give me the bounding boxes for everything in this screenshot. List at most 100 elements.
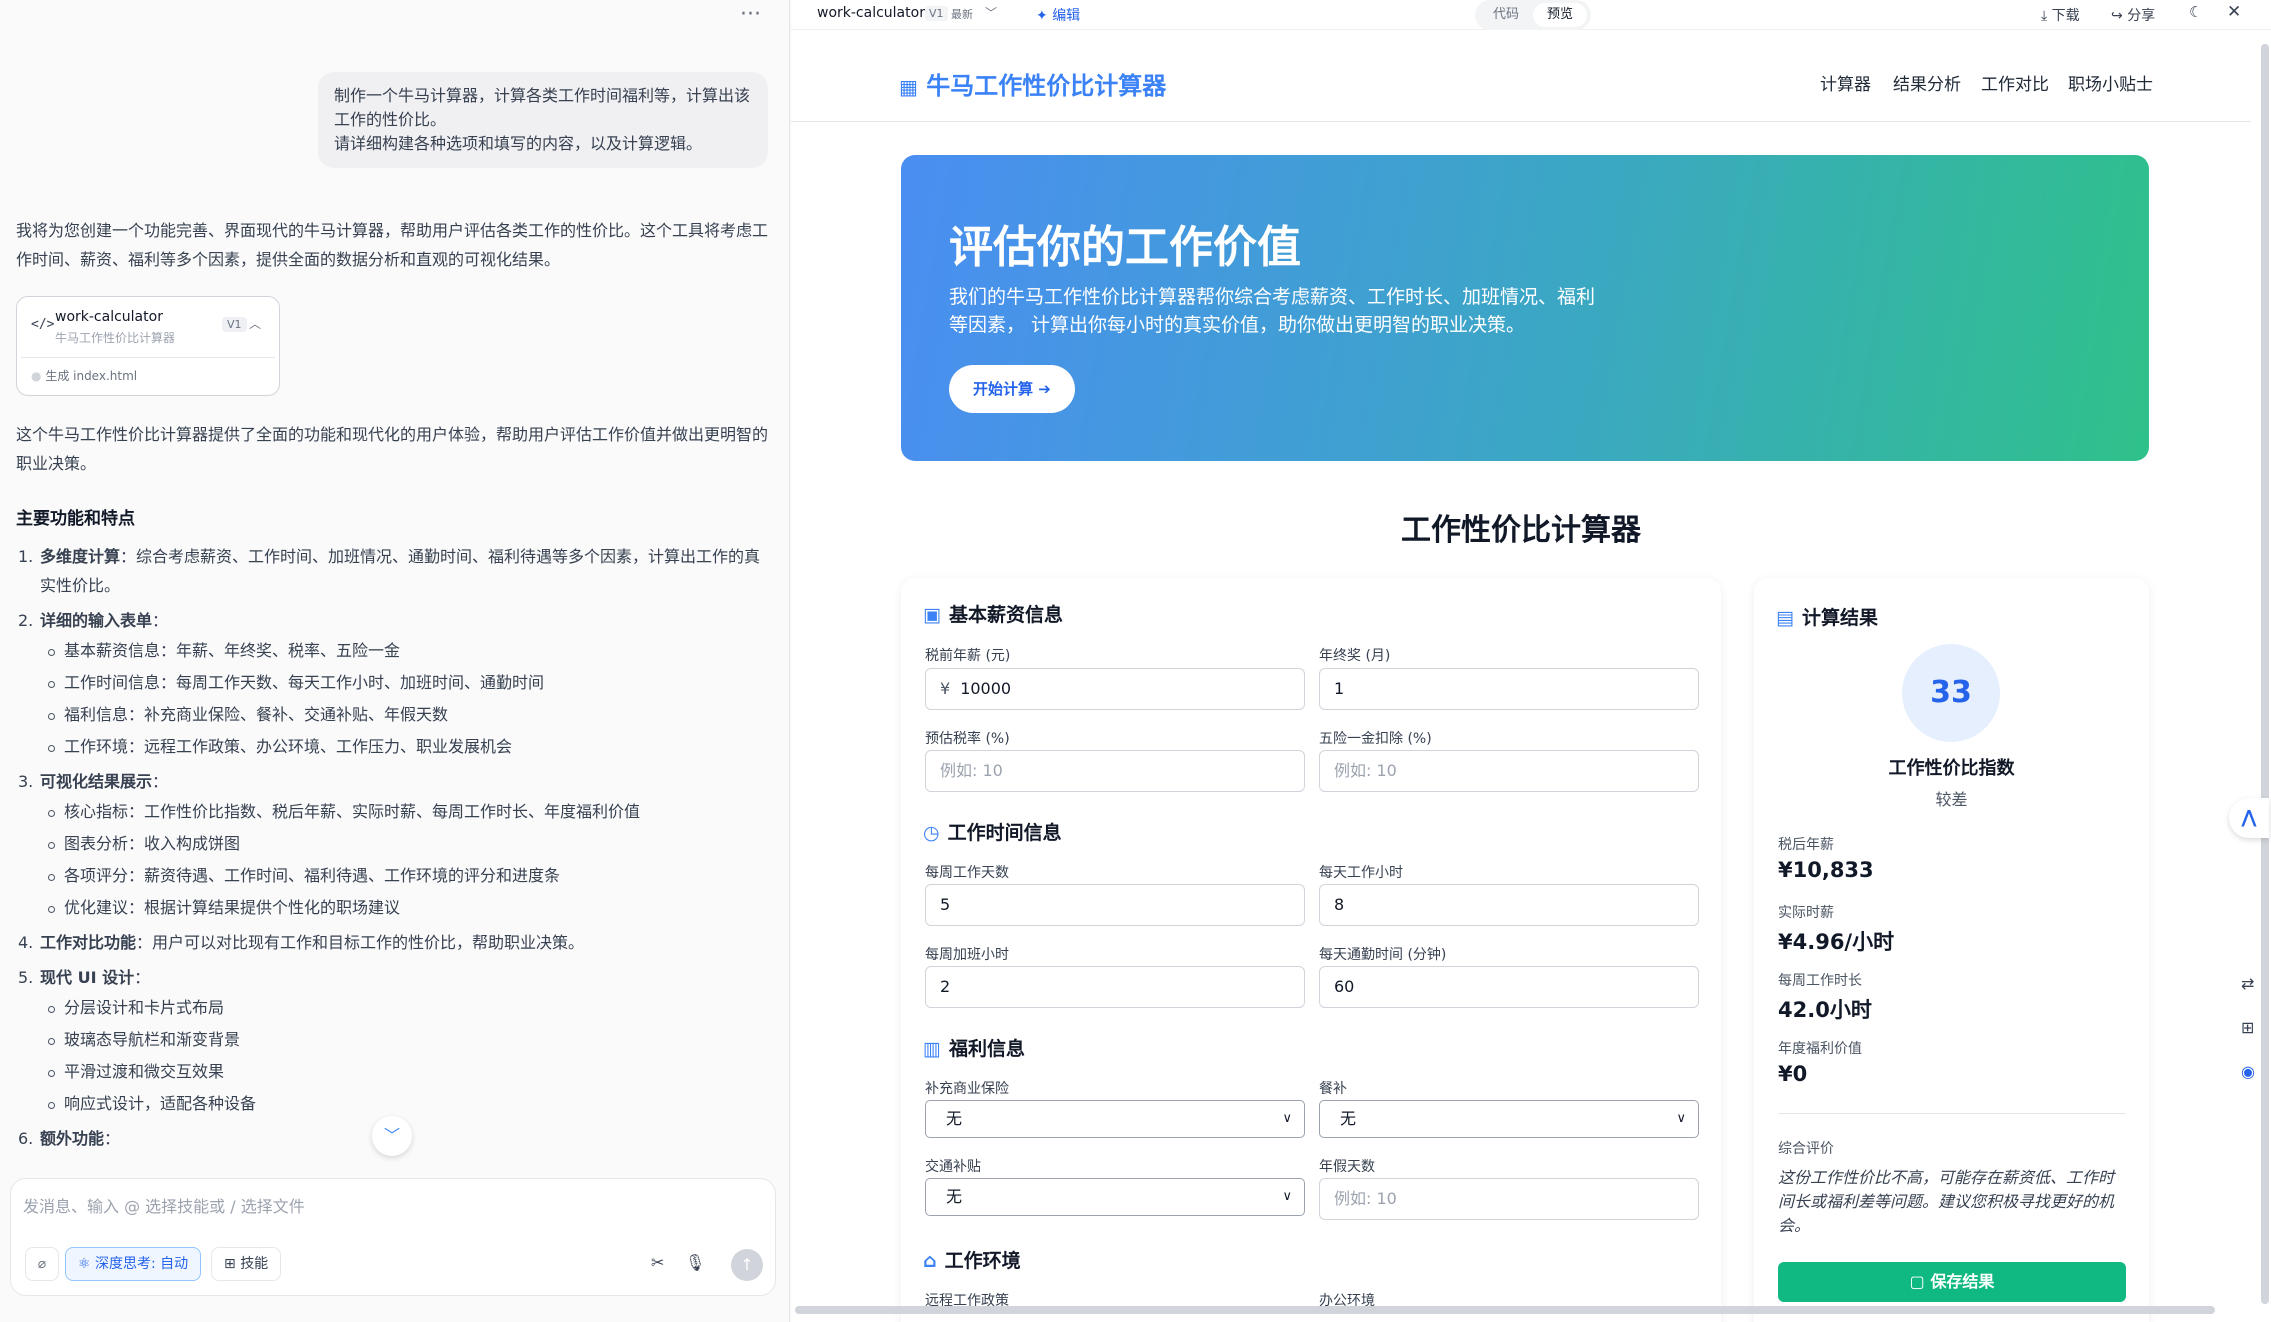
user-message-line: 制作一个牛马计算器，计算各类工作时间福利等，计算出该工作的性价比。 bbox=[334, 86, 751, 129]
list-item-text: ： bbox=[152, 772, 169, 791]
sub-item: 响应式设计，适配各种设备 bbox=[16, 1088, 776, 1120]
list-item: 2. 详细的输入表单： bbox=[16, 606, 776, 635]
microphone-icon[interactable]: 🎙 bbox=[685, 1253, 705, 1272]
sub-item: 玻璃态导航栏和渐变背景 bbox=[16, 1024, 776, 1056]
insurance-label: 五险一金扣除 (%) bbox=[1319, 731, 1432, 747]
chevron-down-icon: ∨ bbox=[1676, 1111, 1686, 1126]
chevron-down-icon[interactable]: ﹀ bbox=[985, 4, 997, 21]
app-navbar: ▦ 牛马工作性价比计算器 计算器 结果分析 工作对比 职场小贴士 bbox=[791, 42, 2251, 122]
skills-label: 技能 bbox=[240, 1256, 269, 1272]
section-title: 工作性价比计算器 bbox=[1401, 513, 1641, 548]
meal-label: 餐补 bbox=[1319, 1081, 1347, 1097]
grid-icon: ⊞ bbox=[224, 1256, 236, 1272]
start-button[interactable]: 开始计算 ➔ bbox=[949, 365, 1075, 413]
bot-icon[interactable]: ◉ bbox=[2241, 1062, 2255, 1081]
meal-select[interactable]: 无 ∨ bbox=[1319, 1100, 1699, 1138]
env-title-text: 工作环境 bbox=[944, 1250, 1021, 1272]
list-item-bold: 多维度计算 bbox=[40, 547, 121, 566]
artifact-title: work-calculator bbox=[55, 309, 163, 325]
edit-button[interactable]: ✦ 编辑 bbox=[1036, 5, 1080, 25]
after-tax-label: 税后年薪 bbox=[1778, 837, 1834, 853]
message-composer[interactable]: 发消息、输入 @ 选择技能或 / 选择文件 ⌀ ⚛ 深度思考: 自动 ⊞ 技能 … bbox=[10, 1178, 776, 1296]
artifact-card[interactable]: </> work-calculator 牛马工作性价比计算器 V1 ︿ ● 生成… bbox=[16, 296, 280, 396]
nav-link-compare[interactable]: 工作对比 bbox=[1981, 70, 2049, 95]
benefits-title-text: 福利信息 bbox=[948, 1038, 1025, 1060]
after-tax-value: ¥10,833 bbox=[1778, 858, 1874, 882]
result-card: ▤ 计算结果 33 工作性价比指数 较差 税后年薪 ¥10,833 实际时薪 ¥4… bbox=[1754, 578, 2149, 1322]
save-label: 保存结果 bbox=[1930, 1272, 1995, 1291]
assistant-summary: 这个牛马工作性价比计算器提供了全面的功能和现代化的用户体验，帮助用户评估工作价值… bbox=[16, 425, 769, 473]
scroll-down-button[interactable]: ﹀ bbox=[372, 1116, 412, 1156]
download-button[interactable]: ⤓ 下载 bbox=[2041, 5, 2080, 25]
salary-input[interactable]: ¥10000 bbox=[925, 668, 1305, 710]
overtime-input[interactable]: 2 bbox=[925, 966, 1305, 1008]
hero-banner: 评估你的工作价值 我们的牛马工作性价比计算器帮你综合考虑薪资、工作时长、加班情况… bbox=[901, 155, 2149, 461]
translate-icon[interactable]: ⇄ bbox=[2241, 974, 2254, 993]
message-input[interactable]: 发消息、输入 @ 选择技能或 / 选择文件 bbox=[23, 1193, 305, 1217]
time-section-title: ◷ 工作时间信息 bbox=[923, 818, 1062, 845]
nav-link-tips[interactable]: 职场小贴士 bbox=[2068, 70, 2153, 95]
artifact-subtitle: 牛马工作性价比计算器 bbox=[55, 331, 176, 345]
leave-input[interactable]: 例如: 10 bbox=[1319, 1178, 1699, 1220]
nav-link-analysis[interactable]: 结果分析 bbox=[1893, 70, 1961, 95]
insurance-input[interactable]: 例如: 10 bbox=[1319, 750, 1699, 792]
score-desc: 较差 bbox=[1935, 790, 1968, 809]
overtime-label: 每周加班小时 bbox=[925, 947, 1009, 963]
horizontal-scrollbar[interactable] bbox=[795, 1306, 2215, 1314]
more-options-icon[interactable]: ··· bbox=[740, 2, 761, 27]
evaluation-text: 这份工作性价比不高，可能存在薪资低、工作时间长或福利差等问题。建议您积极寻找更好… bbox=[1778, 1168, 2115, 1235]
attach-icon[interactable]: ⌀ bbox=[25, 1247, 59, 1281]
divider bbox=[1778, 1113, 2126, 1114]
save-button[interactable]: ▢ 保存结果 bbox=[1778, 1262, 2126, 1302]
chevron-up-icon[interactable]: ︿ bbox=[249, 315, 261, 332]
commute-label: 每天通勤时间 (分钟) bbox=[1319, 947, 1447, 963]
basic-title-text: 基本薪资信息 bbox=[948, 604, 1063, 626]
share-button[interactable]: ↪ 分享 bbox=[2111, 5, 2155, 25]
skills-button[interactable]: ⊞ 技能 bbox=[211, 1247, 282, 1281]
list-item: 3. 可视化结果展示： bbox=[16, 767, 776, 796]
days-input[interactable]: 5 bbox=[925, 884, 1305, 926]
transport-select[interactable]: 无 ∨ bbox=[925, 1178, 1305, 1216]
sub-item: 工作时间信息：每周工作天数、每天工作小时、加班时间、通勤时间 bbox=[16, 667, 776, 699]
arrow-right-icon: ➔ bbox=[1038, 380, 1051, 398]
tab-preview[interactable]: 预览 bbox=[1533, 3, 1587, 27]
benefit-label: 年度福利价值 bbox=[1778, 1041, 1862, 1057]
list-item-bold: 工作对比功能 bbox=[40, 933, 137, 952]
assistant-float-button[interactable]: ⋀ bbox=[2229, 798, 2269, 838]
currency-symbol: ¥ bbox=[940, 679, 951, 698]
apps-icon[interactable]: ⊞ bbox=[2241, 1018, 2254, 1037]
tax-label: 预估税率 (%) bbox=[925, 731, 1010, 747]
artifact-name[interactable]: work-calculator bbox=[817, 5, 925, 21]
commute-input[interactable]: 60 bbox=[1319, 966, 1699, 1008]
vertical-scrollbar[interactable] bbox=[2261, 44, 2269, 1304]
scissors-icon[interactable]: ✂ bbox=[651, 1253, 664, 1272]
close-icon[interactable]: ✕ bbox=[2227, 2, 2241, 22]
nav-link-calculator[interactable]: 计算器 bbox=[1820, 70, 1871, 95]
score-label: 工作性价比指数 bbox=[1888, 758, 2015, 779]
weekly-value: 42.0小时 bbox=[1778, 998, 1872, 1022]
commercial-insurance-label: 补充商业保险 bbox=[925, 1081, 1009, 1097]
chart-icon: ▤ bbox=[1776, 607, 1794, 629]
bonus-label: 年终奖 (月) bbox=[1319, 648, 1391, 664]
list-item-bold: 现代 UI 设计 bbox=[40, 968, 135, 987]
assistant-intro: 我将为您创建一个功能完善、界面现代的牛马计算器，帮助用户评估各类工作的性价比。这… bbox=[16, 221, 769, 269]
moon-icon[interactable]: ☾ bbox=[2189, 3, 2202, 21]
commercial-insurance-select[interactable]: 无 ∨ bbox=[925, 1100, 1305, 1138]
env-section-title: ⌂ 工作环境 bbox=[923, 1246, 1021, 1273]
hours-input[interactable]: 8 bbox=[1319, 884, 1699, 926]
salary-value: 10000 bbox=[960, 679, 1012, 698]
deep-think-toggle[interactable]: ⚛ 深度思考: 自动 bbox=[65, 1247, 202, 1281]
result-title-text: 计算结果 bbox=[1801, 607, 1878, 629]
app-logo[interactable]: ▦ 牛马工作性价比计算器 bbox=[899, 66, 1166, 101]
list-item-text: ： bbox=[152, 611, 169, 630]
save-icon: ▢ bbox=[1909, 1272, 1925, 1291]
building-icon: ⌂ bbox=[923, 1250, 937, 1272]
tax-input[interactable]: 例如: 10 bbox=[925, 750, 1305, 792]
features-heading: 主要功能和特点 bbox=[16, 509, 135, 529]
send-button[interactable]: ↑ bbox=[731, 1249, 763, 1281]
bonus-input[interactable]: 1 bbox=[1319, 668, 1699, 710]
artifact-generated-file[interactable]: ● 生成 index.html bbox=[31, 367, 137, 384]
benefits-section-title: ▥ 福利信息 bbox=[923, 1034, 1025, 1061]
download-label: 下载 bbox=[2051, 8, 2080, 24]
tab-code[interactable]: 代码 bbox=[1481, 3, 1531, 27]
